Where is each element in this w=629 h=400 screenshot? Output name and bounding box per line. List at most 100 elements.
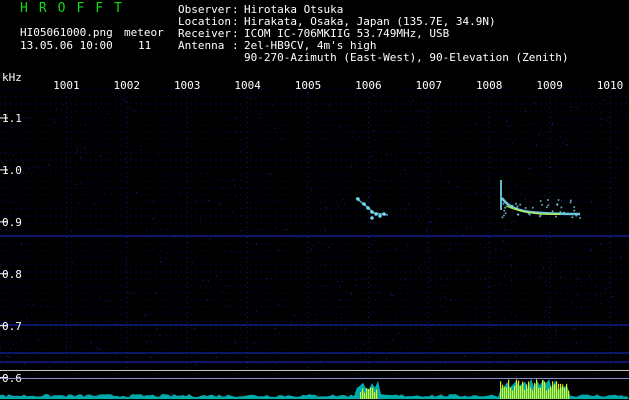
noise-dot bbox=[342, 198, 344, 200]
noise-dot bbox=[507, 125, 510, 127]
meteor-echo-speck bbox=[559, 211, 562, 213]
meteor-echo-speck bbox=[569, 199, 572, 202]
noise-dot bbox=[328, 105, 330, 107]
noise-dot bbox=[158, 254, 160, 255]
noise-dot bbox=[159, 229, 161, 231]
noise-dot bbox=[569, 106, 571, 108]
noise-dot bbox=[32, 304, 35, 306]
meteor-echo-speck bbox=[557, 199, 560, 201]
noise-dot bbox=[7, 354, 9, 356]
noise-dot bbox=[281, 137, 283, 139]
noise-dot bbox=[599, 112, 602, 113]
noise-dot bbox=[600, 243, 602, 245]
noise-dot bbox=[33, 171, 35, 173]
meteor-echo-speck bbox=[556, 203, 559, 206]
noise-dot bbox=[107, 113, 109, 115]
noise-dot bbox=[51, 119, 53, 121]
signal-peak bbox=[510, 387, 512, 399]
noise-dot bbox=[571, 159, 573, 161]
noise-dot bbox=[590, 249, 592, 251]
noise-dot bbox=[435, 280, 437, 282]
noise-dot bbox=[555, 329, 557, 331]
noise-dot bbox=[438, 324, 440, 325]
signal-peak bbox=[554, 384, 556, 399]
noise-dot bbox=[476, 192, 478, 193]
noise-dot bbox=[431, 339, 433, 340]
meteor-echo bbox=[370, 216, 374, 220]
noise-dot bbox=[466, 227, 468, 229]
noise-dot bbox=[462, 234, 464, 236]
noise-dot bbox=[76, 150, 78, 151]
meteor-echo-speck bbox=[519, 203, 522, 206]
signal-peak bbox=[506, 387, 508, 399]
signal-peak bbox=[536, 379, 538, 399]
meteor-echo-speck bbox=[524, 207, 527, 209]
noise-dot bbox=[240, 150, 243, 152]
meteor-echo-speck bbox=[573, 209, 576, 212]
noise-dot bbox=[159, 335, 161, 337]
signal-peak bbox=[530, 387, 532, 399]
noise-dot bbox=[415, 120, 417, 122]
noise-dot bbox=[222, 187, 224, 189]
noise-dot bbox=[350, 165, 352, 167]
noise-dot bbox=[562, 142, 564, 144]
noise-dot bbox=[457, 185, 459, 187]
noise-dot bbox=[255, 244, 258, 245]
noise-dot bbox=[483, 191, 485, 193]
noise-dot bbox=[65, 344, 67, 346]
noise-dot bbox=[273, 302, 275, 304]
noise-dot bbox=[6, 160, 8, 162]
noise-dot bbox=[605, 288, 607, 290]
noise-dot bbox=[73, 264, 75, 266]
noise-dot bbox=[242, 215, 244, 217]
noise-dot bbox=[74, 184, 76, 185]
noise-dot bbox=[302, 154, 304, 156]
noise-dot bbox=[88, 301, 90, 303]
noise-dot bbox=[253, 218, 256, 220]
noise-dot bbox=[411, 159, 413, 161]
noise-dot bbox=[549, 166, 551, 168]
noise-dot bbox=[42, 324, 44, 326]
noise-dot bbox=[373, 267, 376, 269]
signal-peak bbox=[376, 389, 378, 399]
noise-dot bbox=[619, 256, 622, 258]
noise-dot bbox=[521, 103, 523, 105]
noise-dot bbox=[55, 171, 57, 173]
noise-dot bbox=[546, 238, 548, 240]
noise-dot bbox=[123, 98, 125, 100]
noise-dot bbox=[183, 274, 185, 276]
x-tick-label: 1002 bbox=[113, 79, 141, 92]
noise-dot bbox=[259, 113, 261, 115]
noise-dot bbox=[325, 207, 327, 209]
signal-peak bbox=[526, 384, 528, 399]
noise-dot bbox=[1, 262, 3, 264]
noise-dot bbox=[441, 296, 443, 298]
noise-dot bbox=[228, 284, 230, 286]
noise-dot bbox=[519, 343, 521, 345]
noise-dot bbox=[21, 244, 23, 246]
noise-dot bbox=[331, 218, 333, 220]
noise-dot bbox=[515, 316, 517, 318]
noise-dot bbox=[450, 299, 452, 301]
signal-peak bbox=[568, 390, 570, 399]
noise-dot bbox=[197, 93, 199, 95]
noise-dot bbox=[625, 112, 627, 114]
noise-dot bbox=[53, 118, 55, 120]
noise-dot bbox=[440, 330, 443, 332]
noise-dot bbox=[104, 193, 106, 195]
noise-dot bbox=[554, 261, 556, 263]
signal-peak bbox=[542, 380, 544, 399]
signal-peak bbox=[374, 392, 376, 399]
noise-dot bbox=[575, 343, 577, 345]
noise-dot bbox=[375, 119, 378, 121]
noise-dot bbox=[274, 328, 276, 329]
noise-dot bbox=[590, 282, 592, 284]
noise-dot bbox=[102, 325, 104, 327]
noise-dot bbox=[328, 247, 330, 248]
hrofft-screen: HROFFT HI05061000.png meteor 13.05.06 10… bbox=[0, 0, 629, 400]
meteor-echo-speck bbox=[511, 204, 514, 207]
noise-dot bbox=[76, 110, 78, 112]
separator-line bbox=[0, 370, 629, 371]
signal-peak bbox=[538, 387, 540, 399]
noise-dot bbox=[341, 280, 343, 282]
